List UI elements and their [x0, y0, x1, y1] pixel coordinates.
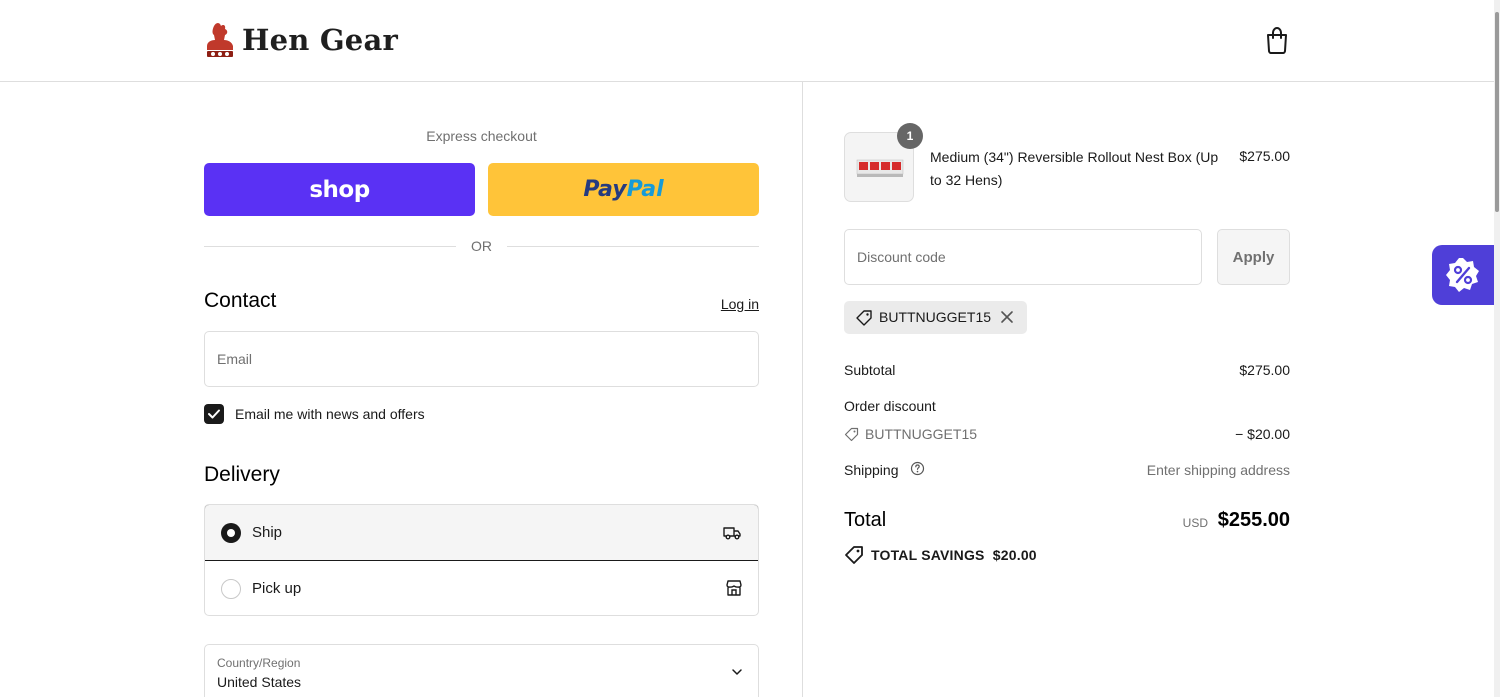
discount-field-wrapper	[844, 229, 1202, 285]
hen-logo-icon	[207, 23, 233, 57]
quantity-badge: 1	[897, 123, 923, 149]
store-icon	[726, 580, 742, 596]
brand-name: Hen Gear	[242, 23, 398, 57]
discount-code-input[interactable]	[845, 230, 1201, 284]
delivery-option-pickup[interactable]: Pick up	[205, 561, 758, 615]
chevron-down-icon	[732, 669, 742, 675]
promo-widget-button[interactable]	[1432, 245, 1494, 305]
ship-radio[interactable]	[221, 523, 241, 543]
help-icon[interactable]	[910, 461, 925, 476]
tag-icon	[856, 310, 872, 326]
paypal-logo-part2: Pal	[626, 177, 664, 202]
total-value: $255.00	[1217, 509, 1290, 531]
shopping-bag-icon	[1267, 26, 1287, 54]
delivery-option-ship[interactable]: Ship	[205, 505, 758, 561]
paypal-button[interactable]: Pay Pal	[488, 163, 759, 216]
country-value: United States	[217, 674, 302, 690]
email-field-wrapper	[204, 331, 759, 387]
savings-tag-icon	[845, 546, 863, 564]
country-label: Country/Region	[217, 656, 301, 670]
discount-tag-icon	[844, 427, 859, 442]
pickup-radio[interactable]	[221, 579, 241, 599]
applied-discount-tag: BUTTNUGGET15	[844, 301, 1027, 334]
delivery-heading: Delivery	[204, 463, 280, 486]
checkout-page: Hen Gear Express checkout shop Pay Pal OR…	[0, 0, 1500, 697]
country-select[interactable]: Country/Region United States	[204, 644, 759, 697]
shop-pay-logo: shop	[309, 176, 370, 203]
pickup-label: Pick up	[252, 580, 302, 597]
ship-label: Ship	[252, 524, 283, 541]
column-divider	[802, 82, 803, 697]
savings-label: TOTAL SAVINGS	[871, 547, 985, 563]
email-field[interactable]	[205, 332, 758, 386]
express-checkout-label: Express checkout	[426, 128, 537, 144]
total-currency: USD	[1182, 516, 1208, 530]
subtotal-label: Subtotal	[844, 362, 896, 378]
login-link[interactable]: Log in	[700, 296, 759, 312]
percent-badge-icon	[1446, 258, 1479, 292]
newsletter-checkbox[interactable]	[204, 404, 224, 424]
site-header: Hen Gear	[0, 0, 1500, 82]
scrollbar-thumb[interactable]	[1495, 12, 1499, 212]
shipping-label: Shipping	[844, 462, 899, 478]
total-savings: TOTAL SAVINGS $20.00	[871, 547, 1037, 563]
cart-button[interactable]	[1264, 26, 1290, 54]
or-divider-label: OR	[471, 238, 492, 254]
delivery-method-group: Ship Pick up	[204, 504, 759, 616]
contact-heading: Contact	[204, 289, 277, 312]
paypal-logo-part1: Pay	[583, 177, 627, 202]
savings-value: $20.00	[992, 547, 1037, 563]
product-price: $275.00	[1239, 148, 1290, 164]
or-divider-right	[507, 246, 759, 247]
brand-logo[interactable]: Hen Gear	[204, 20, 398, 60]
apply-discount-button[interactable]: Apply	[1217, 229, 1290, 285]
product-name: Medium (34") Reversible Rollout Nest Box…	[930, 149, 1219, 188]
shipping-value: Enter shipping address	[1146, 462, 1290, 478]
order-discount-label: Order discount	[844, 398, 936, 414]
order-discount-value: − $20.00	[1235, 426, 1290, 442]
remove-discount-icon[interactable]	[999, 309, 1015, 325]
total-label: Total	[844, 509, 887, 531]
or-divider-left	[204, 246, 456, 247]
shop-pay-button[interactable]: shop	[204, 163, 475, 216]
applied-code-label: BUTTNUGGET15	[879, 309, 992, 325]
subtotal-value: $275.00	[1239, 362, 1290, 378]
truck-icon	[723, 527, 741, 540]
checkmark-icon	[208, 409, 220, 419]
order-discount-code: BUTTNUGGET15	[865, 426, 978, 442]
newsletter-label[interactable]: Email me with news and offers	[235, 406, 425, 422]
